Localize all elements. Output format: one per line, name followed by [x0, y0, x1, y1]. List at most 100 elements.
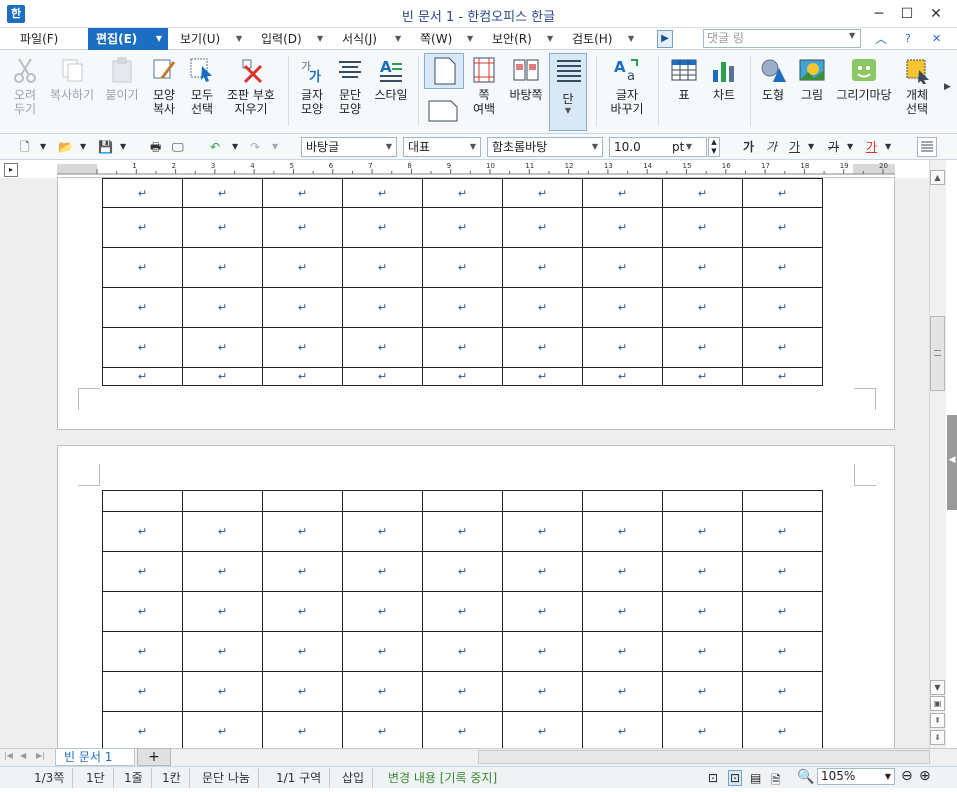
table-cell[interactable]: ↵ [262, 287, 343, 328]
para-shape-button[interactable]: 문단 모양 [332, 54, 368, 130]
char-change-button[interactable]: Aa 글자 바꾸기 [602, 54, 652, 130]
save-icon[interactable]: 💾 [98, 138, 113, 156]
table-cell[interactable] [422, 490, 503, 512]
close-button[interactable]: ✕ [925, 4, 947, 24]
table-cell[interactable]: ↵ [102, 367, 183, 386]
table-cell[interactable]: ↵ [182, 591, 263, 632]
table-cell[interactable]: ↵ [502, 247, 583, 288]
font-size-stepper[interactable]: ▲ ▼ [708, 137, 720, 157]
table-cell[interactable]: ↵ [502, 511, 583, 552]
table-cell[interactable]: ↵ [102, 711, 183, 752]
table-cell[interactable] [662, 490, 743, 512]
menu-insert[interactable]: 입력(D) [261, 28, 302, 50]
view-normal-icon[interactable]: ⊡ [708, 771, 718, 785]
table-cell[interactable]: ↵ [742, 711, 823, 752]
table-cell[interactable]: ↵ [342, 367, 423, 386]
table-cell[interactable]: ↵ [502, 631, 583, 672]
table-cell[interactable]: ↵ [662, 327, 743, 368]
select-all-button[interactable]: 모두 선택 [184, 54, 220, 130]
status-para-split[interactable]: 문단 나눔 [194, 768, 259, 788]
table-cell[interactable]: ↵ [582, 591, 663, 632]
table-cell[interactable]: ↵ [102, 551, 183, 592]
add-tab-button[interactable]: + [137, 748, 171, 766]
menu-more-icon[interactable]: ▶ [657, 30, 673, 48]
vertical-scrollbar[interactable] [929, 160, 946, 748]
page-landscape-button[interactable] [428, 100, 460, 124]
table-cell[interactable]: ↵ [342, 178, 423, 208]
chevron-down-icon[interactable]: ▼ [885, 138, 891, 156]
tab-first-icon[interactable]: |◀ [4, 751, 13, 760]
table-cell[interactable]: ↵ [502, 711, 583, 752]
page-margin-button[interactable]: 쪽 여백 [466, 54, 502, 130]
chevron-down-icon[interactable]: ▼ [80, 138, 86, 156]
menu-search-input[interactable]: 댓글 링 [703, 29, 861, 48]
page-portrait-button[interactable] [424, 53, 464, 89]
drawing-button[interactable]: 그리기마당 [832, 54, 896, 130]
table-cell[interactable]: ↵ [582, 551, 663, 592]
view-double-icon[interactable]: ▤ [750, 771, 761, 785]
page[interactable]: ↵ ↵ ↵ ↵ ↵ ↵ ↵ ↵ ↵ ↵ ↵ ↵ ↵ ↵ ↵ ↵ ↵ ↵ ↵ ↵ ↵ ↵ ↵ ↵ ↵ ↵ ↵ ↵ ↵ ↵ ↵ ↵ ↵ ↵ ↵ ↵ ↵ ↵ ↵ ↵… [57, 445, 895, 755]
table-cell[interactable]: ↵ [422, 511, 503, 552]
menu-edit[interactable]: 편집(E) ▼ [88, 28, 168, 50]
horizontal-ruler[interactable]: 1 2 3 4 5 6 7 8 9 10 11 12 13 14 15 16 17 18 19 20 [57, 160, 895, 178]
bold-button[interactable]: 가 [743, 138, 754, 156]
scrollbar-thumb[interactable] [930, 316, 945, 391]
background-page-button[interactable]: 바탕쪽 [506, 54, 546, 130]
table-cell[interactable] [262, 490, 343, 512]
underline-button[interactable]: 가 [789, 138, 800, 156]
zoom-out-icon[interactable]: ⊖ [901, 768, 913, 784]
table-cell[interactable]: ↵ [182, 671, 263, 712]
table-cell[interactable]: ↵ [582, 631, 663, 672]
table-cell[interactable]: ↵ [742, 551, 823, 592]
table-cell[interactable]: ↵ [582, 178, 663, 208]
table-cell[interactable]: ↵ [182, 511, 263, 552]
tab-document[interactable]: 빈 문서 1 [55, 748, 135, 766]
print-icon[interactable]: 🖶 [150, 138, 161, 156]
table-cell[interactable]: ↵ [342, 511, 423, 552]
table-cell[interactable]: ↵ [502, 671, 583, 712]
zoom-in-icon[interactable]: ⊕ [919, 768, 931, 784]
chevron-down-icon[interactable]: ▼ [272, 138, 278, 156]
menu-security[interactable]: 보안(R) [492, 28, 532, 50]
table-cell[interactable]: ↵ [182, 551, 263, 592]
table-cell[interactable]: ↵ [422, 551, 503, 592]
side-panel-toggle[interactable]: ◀ [947, 415, 957, 510]
table-cell[interactable]: ↵ [262, 207, 343, 248]
table-cell[interactable]: ↵ [102, 591, 183, 632]
table-cell[interactable] [582, 490, 663, 512]
page[interactable]: ↵ ↵ ↵ ↵ ↵ ↵ ↵ ↵ ↵ ↵ ↵ ↵ ↵ ↵ ↵ ↵ ↵ ↵ ↵ ↵ ↵ ↵ ↵ ↵ ↵ ↵ ↵ ↵ ↵ ↵ ↵ ↵ ↵ ↵ ↵ ↵ ↵ ↵ ↵ ↵… [57, 178, 895, 430]
strike-button[interactable]: 가 [828, 138, 839, 156]
table-cell[interactable]: ↵ [662, 671, 743, 712]
table-cell[interactable]: ↵ [662, 178, 743, 208]
open-folder-icon[interactable]: 📂 [58, 138, 73, 156]
style-combo[interactable]: 바탕글 ▼ [301, 137, 397, 157]
table-cell[interactable]: ↵ [742, 287, 823, 328]
status-page[interactable]: 1/3쪽 [26, 768, 74, 788]
table-cell[interactable]: ↵ [662, 247, 743, 288]
table-cell[interactable]: ↵ [342, 671, 423, 712]
picture-button[interactable]: 그림 [794, 54, 830, 130]
table-cell[interactable]: ↵ [742, 178, 823, 208]
undo-icon[interactable]: ↶ [210, 138, 220, 156]
new-doc-icon[interactable]: 🗋 [20, 138, 30, 156]
chevron-down-icon[interactable]: ▼ [847, 138, 853, 156]
table-cell[interactable]: ↵ [342, 591, 423, 632]
table-cell[interactable]: ↵ [342, 207, 423, 248]
table-cell[interactable]: ↵ [262, 671, 343, 712]
table-cell[interactable]: ↵ [102, 287, 183, 328]
redo-icon[interactable]: ↷ [250, 138, 260, 156]
table-cell[interactable]: ↵ [342, 287, 423, 328]
table-cell[interactable]: ↵ [742, 511, 823, 552]
page-view-icon[interactable]: ▣ [930, 696, 945, 711]
document-table[interactable]: ↵ ↵ ↵ ↵ ↵ ↵ ↵ ↵ ↵ ↵ ↵ ↵ ↵ ↵ ↵ ↵ ↵ ↵ ↵ ↵ ↵ ↵ ↵ ↵ ↵ ↵ ↵ ↵ ↵ ↵ ↵ ↵ ↵ ↵ ↵ ↵ ↵ ↵ ↵ ↵… [102, 178, 823, 386]
table-cell[interactable]: ↵ [422, 178, 503, 208]
ribbon-scroll-right-icon[interactable]: ▶ [944, 82, 951, 92]
zoom-combo[interactable]: 105% ▼ [817, 768, 895, 785]
table-cell[interactable]: ↵ [262, 178, 343, 208]
chevron-down-icon[interactable]: ▼ [808, 138, 814, 156]
scroll-up-icon[interactable]: ▲ [930, 170, 945, 185]
table-cell[interactable]: ↵ [262, 247, 343, 288]
table-cell[interactable]: ↵ [182, 711, 263, 752]
horizontal-scrollbar[interactable] [478, 750, 930, 764]
table-cell[interactable]: ↵ [502, 367, 583, 386]
